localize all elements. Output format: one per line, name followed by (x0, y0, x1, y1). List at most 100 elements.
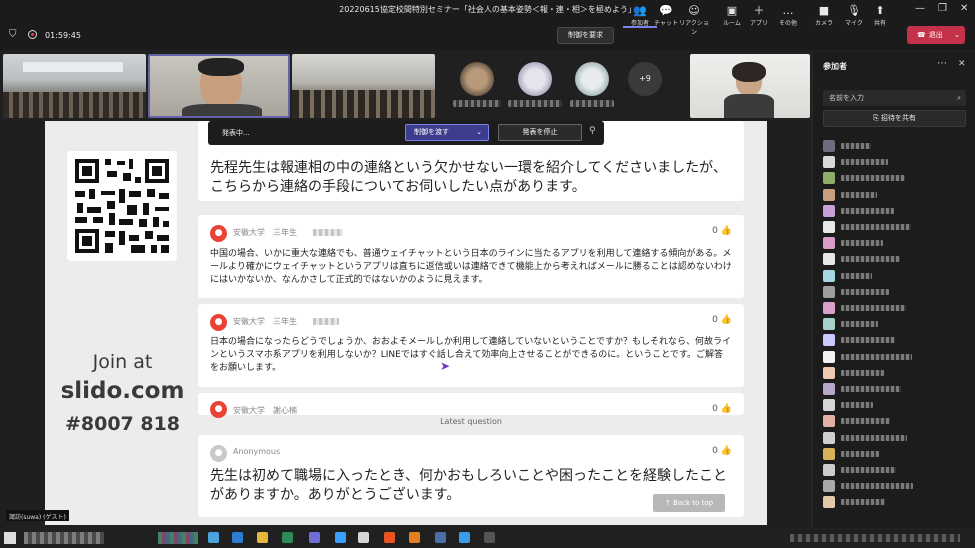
taskbar-widget[interactable] (158, 532, 198, 544)
video-tile-host[interactable] (690, 54, 810, 118)
participant-name-redacted (841, 353, 912, 360)
taskbar-app-icon[interactable] (409, 532, 420, 543)
participant-name-redacted (841, 240, 883, 247)
participant-name-redacted (841, 386, 901, 392)
participant-avatar-2[interactable] (518, 62, 552, 96)
share-invite-button[interactable]: ⎘ 招待を共有 (823, 110, 966, 127)
taskbar-app-icon[interactable] (257, 532, 268, 543)
chevron-down-icon: ⌄ (476, 128, 482, 136)
toolbar-label: 共有 (873, 20, 886, 27)
like-count: 0 (712, 404, 718, 414)
participant-avatar (823, 464, 835, 476)
toolbar-button-more[interactable]: … その他 (771, 4, 805, 27)
back-to-top-button[interactable]: ↑ Back to top (653, 494, 725, 512)
like-count: 0 (712, 446, 718, 456)
like-button[interactable]: 0 👍 (712, 226, 732, 236)
participant-name-redacted (841, 288, 889, 295)
participant-name-3 (570, 100, 614, 107)
participant-avatar (823, 318, 835, 331)
participant-avatar-3[interactable] (575, 62, 609, 96)
participant-avatar (823, 350, 835, 363)
taskbar-app-icon[interactable] (282, 532, 293, 543)
close-icon[interactable]: ✕ (960, 3, 968, 14)
toolbar-button-reaction[interactable]: ☺ リアクション (677, 4, 711, 36)
pin-icon[interactable]: ⚲ (589, 126, 596, 136)
taskbar-app-icon[interactable] (384, 532, 395, 543)
toolbar-button-camera[interactable]: ■ カメラ (807, 4, 841, 27)
participants-panel: 参加者 ⋯ ✕ 名前を入力 ⌕ ⎘ 招待を共有 (812, 52, 975, 528)
video-tile-classroom-1[interactable] (3, 54, 146, 118)
guest-name-tag: 諏訪(suwa) (ゲスト) (6, 510, 69, 521)
question-text: 中国の場合、いかに重大な連絡でも、普通ウェイチャットという日本のラインに当たるア… (210, 249, 732, 285)
question-author: Anonymous (233, 447, 281, 456)
participant-avatar (823, 302, 835, 314)
participant-avatar-1[interactable] (460, 62, 494, 96)
toolbar-label: カメラ (814, 20, 833, 27)
toolbar-button-share[interactable]: ⬆ 共有 (863, 4, 897, 27)
participant-avatar (823, 285, 835, 298)
participant-name-redacted (841, 369, 884, 376)
video-tile-speaker[interactable] (148, 54, 290, 118)
arrow-up-icon: ↑ (664, 499, 671, 507)
participant-avatar (823, 431, 835, 444)
taskbar-app-icon[interactable] (435, 532, 446, 543)
question-text: 日本の場合になったらどうでしょうか、おおよそメールしか利用して連絡していないとい… (210, 337, 732, 373)
participant-search-input[interactable]: 名前を入力 ⌕ (823, 90, 966, 106)
taskbar-app-icon[interactable] (309, 532, 320, 543)
participant-name-1 (453, 100, 501, 107)
participant-name-redacted (841, 418, 890, 425)
leave-button[interactable]: ☎ 退出 ⌄ (907, 26, 965, 44)
participant-name-redacted (841, 305, 906, 311)
like-button[interactable]: 0 👍 (712, 404, 732, 414)
minimize-icon[interactable]: — (915, 3, 925, 14)
participant-avatar (823, 221, 835, 233)
taskbar-app-icon[interactable] (208, 532, 219, 543)
more-options-icon[interactable]: ⋯ (937, 58, 947, 69)
more-participants-button[interactable]: +9 (628, 62, 662, 96)
user-icon: ● (210, 401, 227, 418)
close-panel-icon[interactable]: ✕ (958, 59, 966, 69)
search-placeholder: 名前を入力 (829, 94, 864, 102)
presenter-control-bar: 発表中... 制御を渡す ⌄ 発表を停止 ⚲ (208, 121, 604, 145)
stop-presenting-button[interactable]: 発表を停止 (498, 124, 582, 141)
taskbar-app-icon[interactable] (232, 532, 243, 543)
like-button[interactable]: 0 👍 (712, 315, 732, 325)
participant-name-redacted (841, 467, 896, 473)
more-icon: … (782, 4, 794, 17)
give-control-dropdown[interactable]: 制御を渡す ⌄ (405, 124, 489, 141)
shield-icon[interactable]: ⛉ (9, 29, 17, 40)
toolbar-label: 参加者 (630, 20, 649, 27)
like-button[interactable]: 0 👍 (712, 446, 732, 456)
toolbar-label: チャット (654, 20, 678, 27)
panel-title: 参加者 (823, 62, 847, 71)
join-at-label: Join at (92, 351, 153, 373)
participant-avatar (823, 156, 835, 169)
author-name-redacted (313, 318, 339, 325)
qr-code (67, 151, 177, 261)
user-icon: ● (210, 225, 227, 242)
participant-name-redacted (841, 450, 879, 457)
taskbar-app-icon[interactable] (459, 532, 470, 543)
toolbar-label: リアクション (679, 20, 709, 36)
taskbar-app-icon[interactable] (484, 532, 495, 543)
start-menu-icon[interactable] (4, 532, 16, 544)
toolbar-label: ルーム (723, 20, 741, 27)
share-icon: ⬆ (875, 4, 885, 17)
maximize-icon[interactable]: ❐ (938, 3, 947, 14)
participant-avatar (823, 253, 835, 266)
participant-name-redacted (841, 337, 895, 344)
taskbar-app-icon[interactable] (335, 532, 346, 543)
system-tray[interactable] (790, 534, 960, 542)
request-control-button[interactable]: 制御を要求 (557, 27, 614, 44)
chevron-down-icon[interactable]: ⌄ (954, 26, 960, 44)
participant-name-redacted (841, 272, 872, 279)
participant-name-redacted (841, 207, 894, 214)
video-tile-classroom-2[interactable] (292, 54, 435, 118)
toolbar-label: マイク (845, 20, 863, 27)
taskbar-search-box[interactable] (24, 532, 104, 544)
participant-avatar (823, 480, 835, 493)
participant-avatar (823, 172, 835, 185)
participant-avatar (823, 188, 835, 201)
participant-name-redacted (841, 224, 911, 230)
taskbar-app-icon[interactable] (358, 532, 369, 543)
